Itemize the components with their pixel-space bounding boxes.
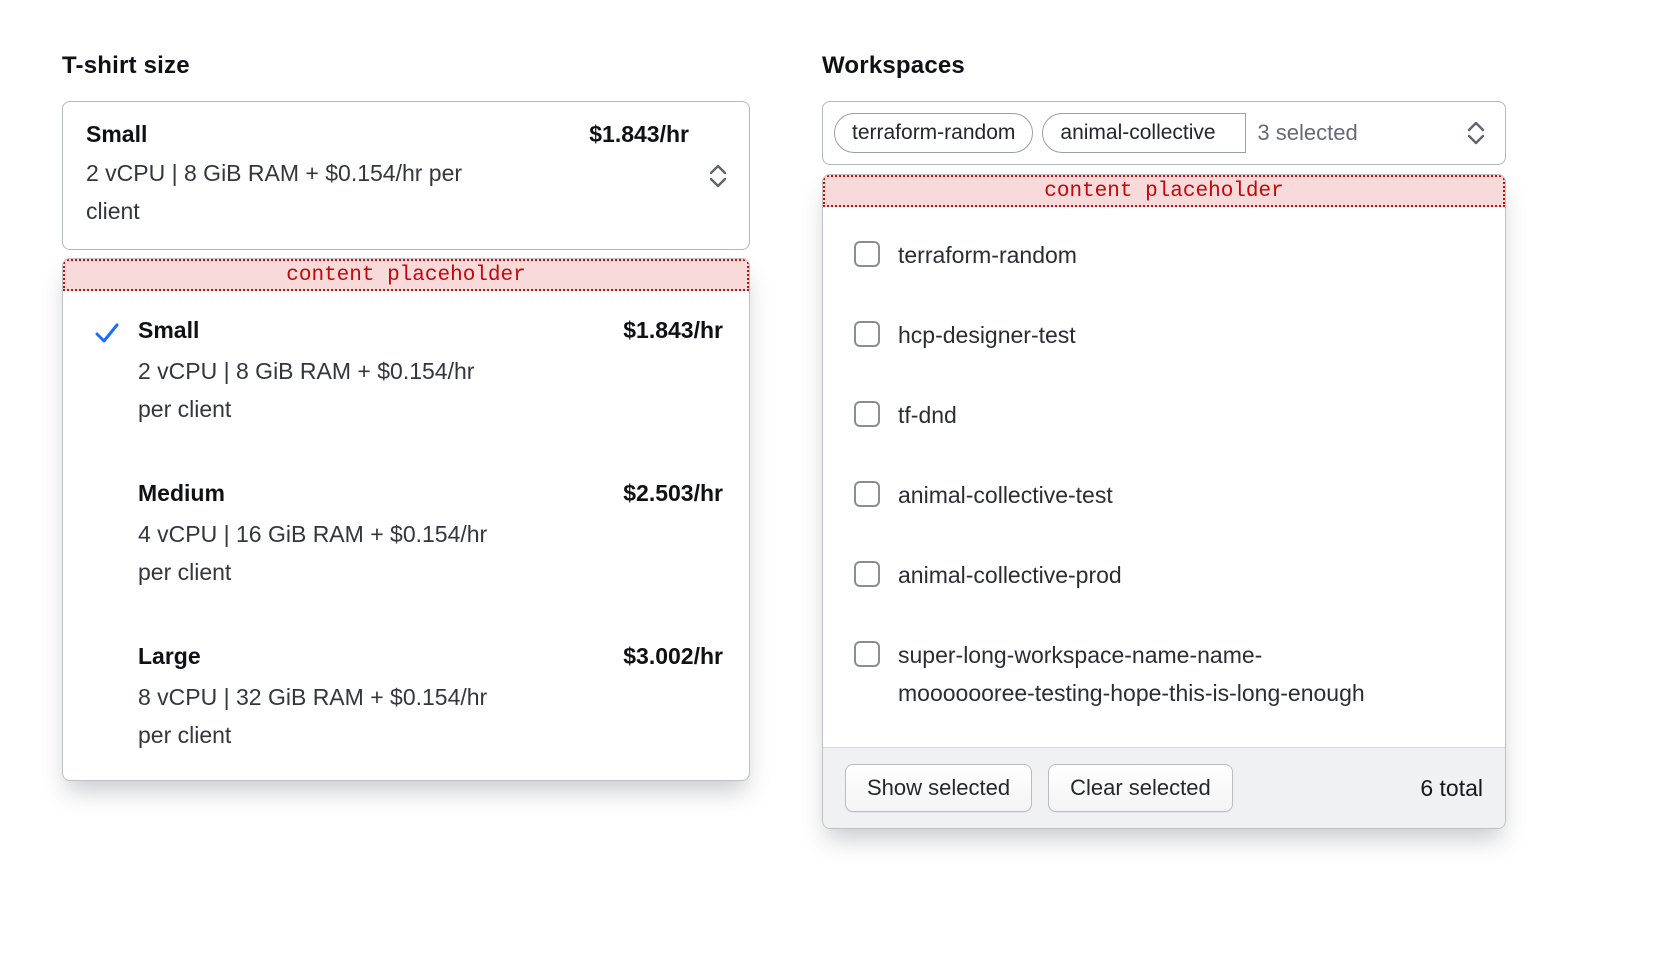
workspaces-label: Workspaces <box>822 52 1506 80</box>
tshirt-option-medium[interactable]: Medium 4 vCPU | 16 GiB RAM + $0.154/hr p… <box>63 454 749 617</box>
option-name: Small <box>138 317 623 344</box>
selected-option-description: 2 vCPU | 8 GiB RAM + $0.154/hr per clien… <box>86 154 481 230</box>
option-price: $3.002/hr <box>623 643 723 670</box>
workspace-checkbox[interactable] <box>854 641 880 667</box>
clear-selected-button[interactable]: Clear selected <box>1048 764 1233 812</box>
workspace-option-label: super-long-workspace-name-name-moooooore… <box>898 636 1373 712</box>
tshirt-size-dropdown: content placeholder Small 2 vCPU | 8 GiB… <box>62 258 750 781</box>
tshirt-size-section: T-shirt size Small $1.843/hr 2 vCPU | 8 … <box>62 52 750 781</box>
workspace-checkbox[interactable] <box>854 321 880 347</box>
option-price: $2.503/hr <box>623 480 723 507</box>
workspaces-dropdown: content placeholder terraform-random hcp… <box>822 174 1506 829</box>
workspace-option-list: terraform-random hcp-designer-test tf-dn… <box>823 207 1505 747</box>
check-slot-empty <box>94 643 138 646</box>
workspace-option-label: hcp-designer-test <box>898 316 1076 354</box>
workspaces-dropdown-footer: Show selected Clear selected 6 total <box>823 747 1505 828</box>
workspace-option-label: animal-collective-prod <box>898 556 1122 594</box>
workspace-checkbox[interactable] <box>854 241 880 267</box>
option-description: 8 vCPU | 32 GiB RAM + $0.154/hr per clie… <box>138 678 503 754</box>
tshirt-size-label: T-shirt size <box>62 52 750 80</box>
workspace-option[interactable]: terraform-random <box>854 215 1481 295</box>
workspace-checkbox[interactable] <box>854 481 880 507</box>
check-icon <box>94 317 138 346</box>
workspace-option-label: terraform-random <box>898 236 1077 274</box>
workspace-checkbox[interactable] <box>854 401 880 427</box>
option-price: $1.843/hr <box>623 317 723 344</box>
tshirt-option-large[interactable]: Large 8 vCPU | 32 GiB RAM + $0.154/hr pe… <box>63 617 749 780</box>
option-text: Medium 4 vCPU | 16 GiB RAM + $0.154/hr p… <box>138 480 623 591</box>
option-description: 2 vCPU | 8 GiB RAM + $0.154/hr per clien… <box>138 352 503 428</box>
selected-count: 3 selected <box>1257 120 1357 146</box>
workspace-option[interactable]: super-long-workspace-name-name-moooooore… <box>854 615 1481 733</box>
workspaces-select-trigger[interactable]: terraform-random animal-collective 3 sel… <box>822 101 1506 165</box>
workspace-tag-truncated[interactable]: animal-collective <box>1042 113 1246 153</box>
content-placeholder: content placeholder <box>63 259 749 291</box>
chevron-up-down-icon <box>1465 120 1487 146</box>
workspace-option-label: tf-dnd <box>898 396 957 434</box>
option-name: Medium <box>138 480 623 507</box>
workspace-option-label: animal-collective-test <box>898 476 1113 514</box>
tshirt-option-small[interactable]: Small 2 vCPU | 8 GiB RAM + $0.154/hr per… <box>63 291 749 454</box>
workspace-checkbox[interactable] <box>854 561 880 587</box>
selected-option-price: $1.843/hr <box>589 121 689 148</box>
workspaces-section: Workspaces terraform-random animal-colle… <box>822 52 1506 829</box>
selected-option-row: Small $1.843/hr <box>86 121 689 148</box>
option-name: Large <box>138 643 623 670</box>
selected-option-name: Small <box>86 121 147 148</box>
workspace-tag[interactable]: terraform-random <box>834 113 1033 153</box>
option-text: Small 2 vCPU | 8 GiB RAM + $0.154/hr per… <box>138 317 623 428</box>
chevron-up-down-icon <box>707 163 729 189</box>
content-placeholder: content placeholder <box>823 175 1505 207</box>
page: T-shirt size Small $1.843/hr 2 vCPU | 8 … <box>0 0 1672 964</box>
option-description: 4 vCPU | 16 GiB RAM + $0.154/hr per clie… <box>138 515 503 591</box>
total-count: 6 total <box>1420 775 1483 802</box>
workspace-option[interactable]: tf-dnd <box>854 375 1481 455</box>
show-selected-button[interactable]: Show selected <box>845 764 1032 812</box>
check-slot-empty <box>94 480 138 483</box>
workspace-option[interactable]: animal-collective-test <box>854 455 1481 535</box>
workspace-option[interactable]: animal-collective-prod <box>854 535 1481 615</box>
tshirt-size-select-trigger[interactable]: Small $1.843/hr 2 vCPU | 8 GiB RAM + $0.… <box>62 101 750 250</box>
workspace-option[interactable]: hcp-designer-test <box>854 295 1481 375</box>
option-text: Large 8 vCPU | 32 GiB RAM + $0.154/hr pe… <box>138 643 623 754</box>
